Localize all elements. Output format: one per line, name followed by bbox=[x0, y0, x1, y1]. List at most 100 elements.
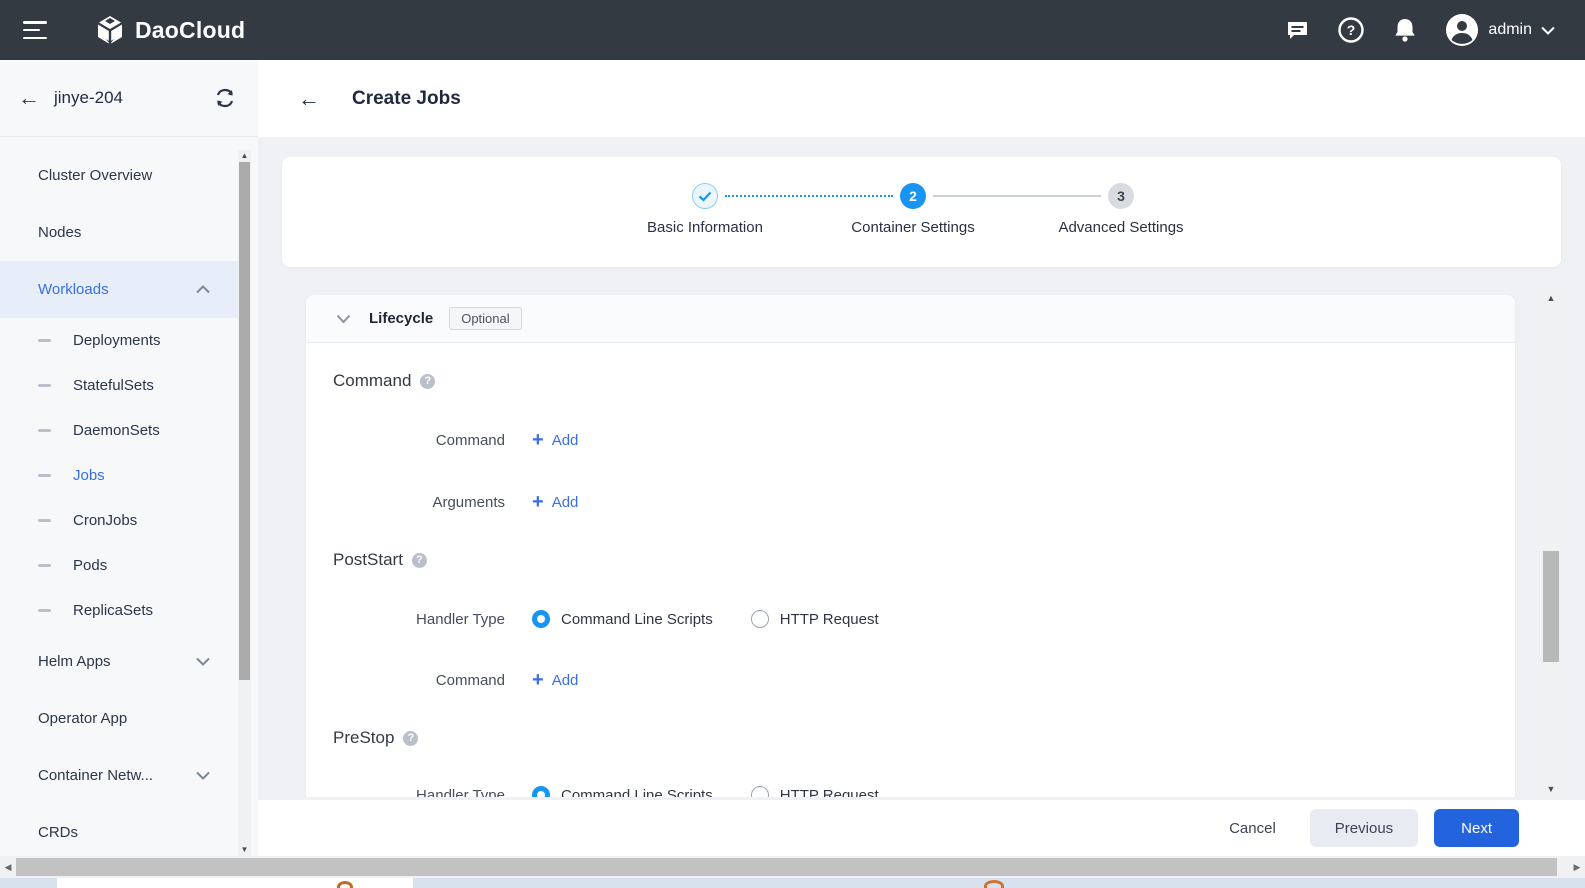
horizontal-scrollbar-thumb[interactable] bbox=[16, 858, 1557, 876]
sidebar-scrollbar[interactable]: ▲ ▼ bbox=[238, 150, 251, 856]
sidebar-item-label: CronJobs bbox=[73, 512, 137, 529]
arguments-row: Arguments + Add bbox=[306, 486, 578, 518]
sidebar-item-label: Pods bbox=[73, 557, 107, 574]
avatar-icon bbox=[1445, 13, 1479, 47]
switch-cluster-icon[interactable] bbox=[214, 88, 236, 108]
cluster-back-arrow-icon[interactable]: ← bbox=[18, 87, 40, 109]
radio-command-line-scripts[interactable]: Command Line Scripts bbox=[532, 610, 713, 628]
radio-unselected-icon bbox=[751, 786, 769, 797]
sidebar-item-label: Container Netw... bbox=[38, 767, 153, 784]
radio-command-line-scripts[interactable]: Command Line Scripts bbox=[532, 786, 713, 797]
sidebar-header: ← jinye-204 bbox=[0, 60, 258, 137]
page-back-arrow-icon[interactable]: ← bbox=[298, 88, 320, 110]
scroll-down-arrow-icon[interactable]: ▼ bbox=[238, 844, 251, 856]
content-background: 2 3 Basic Information Container Settings… bbox=[258, 137, 1585, 800]
next-button[interactable]: Next bbox=[1434, 809, 1519, 847]
sidebar-item-label: Workloads bbox=[38, 281, 109, 298]
sidebar-item-replicasets[interactable]: ReplicaSets bbox=[0, 588, 238, 633]
sidebar-item-cluster-overview[interactable]: Cluster Overview bbox=[0, 147, 238, 204]
sidebar-item-nodes[interactable]: Nodes bbox=[0, 204, 238, 261]
dash-icon bbox=[38, 519, 51, 522]
poststart-handler-type-row: Handler Type Command Line Scripts HTTP R… bbox=[306, 603, 879, 635]
help-circle-icon[interactable]: ? bbox=[420, 374, 435, 389]
add-arguments-button[interactable]: + Add bbox=[532, 492, 578, 512]
step-1-circle[interactable] bbox=[692, 183, 718, 209]
scroll-right-arrow-icon[interactable]: ▶ bbox=[1569, 856, 1585, 878]
prestop-handler-type-row: Handler Type Command Line Scripts HTTP R… bbox=[306, 779, 879, 797]
help-circle-icon[interactable]: ? bbox=[403, 731, 418, 746]
help-circle-icon[interactable]: ? bbox=[412, 553, 427, 568]
page-title: Create Jobs bbox=[352, 88, 461, 110]
sidebar-item-statefulsets[interactable]: StatefulSets bbox=[0, 363, 238, 408]
stepper-connector-done bbox=[725, 195, 893, 197]
plus-icon: + bbox=[532, 430, 544, 450]
sidebar-item-workloads[interactable]: Workloads bbox=[0, 261, 238, 318]
radio-label: Command Line Scripts bbox=[561, 611, 713, 628]
sidebar-item-operator-app[interactable]: Operator App bbox=[0, 690, 238, 747]
command-row: Command + Add bbox=[306, 424, 578, 456]
radio-http-request[interactable]: HTTP Request bbox=[751, 786, 879, 797]
step-1-label: Basic Information bbox=[595, 219, 815, 236]
page-header: ← Create Jobs bbox=[258, 60, 1585, 137]
clipped-bottom-content bbox=[0, 878, 1585, 888]
chevron-down-icon bbox=[1541, 26, 1555, 35]
hamburger-menu-icon[interactable] bbox=[23, 21, 47, 39]
sidebar-item-deployments[interactable]: Deployments bbox=[0, 318, 238, 363]
add-poststart-command-button[interactable]: + Add bbox=[532, 670, 578, 690]
group-title-command: Command ? bbox=[333, 369, 435, 393]
plus-icon: + bbox=[532, 670, 544, 690]
sidebar-item-label: Operator App bbox=[38, 710, 127, 727]
lifecycle-section-header[interactable]: Lifecycle Optional bbox=[306, 295, 1515, 343]
form-scrollbar[interactable]: ▲ ▼ bbox=[1541, 290, 1561, 797]
brand-name: DaoCloud bbox=[135, 17, 245, 44]
svg-text:?: ? bbox=[1347, 22, 1356, 38]
sidebar-item-crds[interactable]: CRDs bbox=[0, 804, 238, 856]
group-title-prestop: PreStop ? bbox=[333, 726, 418, 750]
cluster-name: jinye-204 bbox=[54, 88, 123, 108]
field-label: Command bbox=[306, 432, 505, 449]
previous-button[interactable]: Previous bbox=[1310, 809, 1418, 847]
sidebar-item-daemonsets[interactable]: DaemonSets bbox=[0, 408, 238, 453]
radio-label: HTTP Request bbox=[780, 787, 879, 798]
message-icon[interactable] bbox=[1283, 16, 1311, 44]
scroll-down-arrow-icon[interactable]: ▼ bbox=[1541, 781, 1561, 797]
sidebar-item-jobs[interactable]: Jobs bbox=[0, 453, 238, 498]
chevron-down-icon bbox=[336, 314, 351, 324]
sidebar-item-helm-apps[interactable]: Helm Apps bbox=[0, 633, 238, 690]
scroll-up-arrow-icon[interactable]: ▲ bbox=[238, 150, 251, 162]
form-scroll-area: Lifecycle Optional Command ? Command + A… bbox=[258, 290, 1585, 797]
sidebar-nav: Cluster Overview Nodes Workloads Deploym… bbox=[0, 137, 238, 856]
field-label: Command bbox=[306, 672, 505, 689]
field-label: Handler Type bbox=[306, 611, 505, 628]
sidebar-item-container-network[interactable]: Container Netw... bbox=[0, 747, 238, 804]
sidebar-item-pods[interactable]: Pods bbox=[0, 543, 238, 588]
radio-selected-icon bbox=[532, 610, 550, 628]
step-3-circle[interactable]: 3 bbox=[1108, 183, 1134, 209]
add-label: Add bbox=[552, 494, 579, 511]
sidebar-item-label: Nodes bbox=[38, 224, 81, 241]
horizontal-scrollbar[interactable]: ◀ ▶ bbox=[0, 856, 1585, 878]
cancel-button[interactable]: Cancel bbox=[1211, 809, 1294, 847]
radio-http-request[interactable]: HTTP Request bbox=[751, 610, 879, 628]
scroll-left-arrow-icon[interactable]: ◀ bbox=[0, 856, 16, 878]
sidebar-scrollbar-thumb[interactable] bbox=[239, 162, 250, 680]
scroll-up-arrow-icon[interactable]: ▲ bbox=[1541, 290, 1561, 306]
radio-label: HTTP Request bbox=[780, 611, 879, 628]
form-scrollbar-thumb[interactable] bbox=[1543, 551, 1559, 662]
sidebar-item-cronjobs[interactable]: CronJobs bbox=[0, 498, 238, 543]
plus-icon: + bbox=[532, 492, 544, 512]
step-2-label: Container Settings bbox=[803, 219, 1023, 236]
check-icon bbox=[698, 191, 712, 202]
sidebar: ← jinye-204 Cluster Overview Nodes Workl… bbox=[0, 60, 258, 856]
radio-label: Command Line Scripts bbox=[561, 787, 713, 798]
sidebar-item-label: Jobs bbox=[73, 467, 105, 484]
add-command-button[interactable]: + Add bbox=[532, 430, 578, 450]
help-icon[interactable]: ? bbox=[1337, 16, 1365, 44]
clipped-logo-glyph bbox=[984, 880, 1004, 888]
step-2-circle[interactable]: 2 bbox=[900, 183, 926, 209]
dash-icon bbox=[38, 564, 51, 567]
user-menu[interactable]: admin bbox=[1445, 13, 1555, 47]
notification-bell-icon[interactable] bbox=[1391, 16, 1419, 44]
sidebar-item-label: CRDs bbox=[38, 824, 78, 841]
group-title-poststart: PostStart ? bbox=[333, 548, 427, 572]
